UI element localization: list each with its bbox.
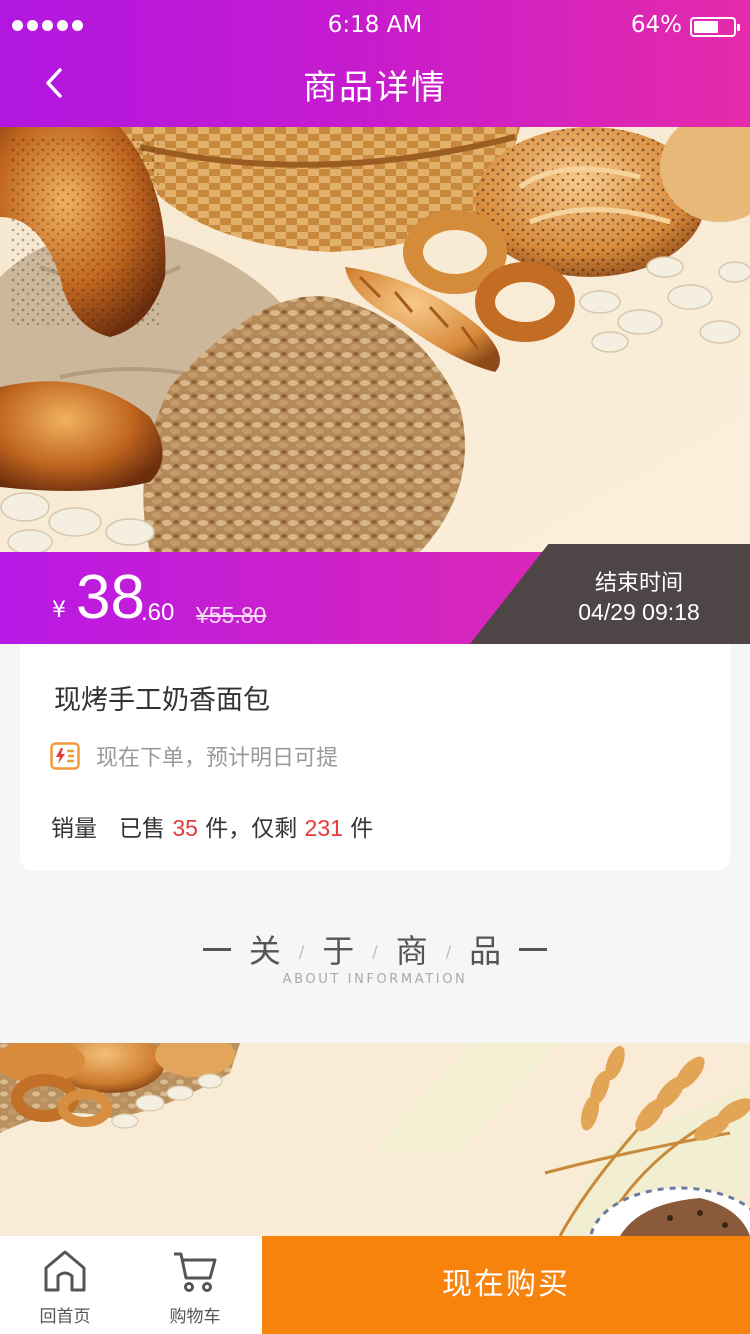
delivery-note: 现在下单，预计明日可提: [96, 746, 339, 771]
about-subtitle: ABOUT INFORMATION: [282, 972, 468, 987]
remaining-count: 231: [304, 815, 343, 841]
battery-icon: [690, 17, 740, 37]
battery-fill: [694, 21, 719, 33]
remaining-suffix: 件: [350, 816, 374, 842]
product-hero-image[interactable]: [0, 127, 750, 552]
about-char: 于: [322, 932, 355, 970]
flash-delivery-icon: [50, 742, 80, 770]
cart-icon: [174, 1252, 217, 1292]
countdown-label: 结束时间: [594, 571, 683, 596]
divider-dash: [202, 947, 231, 951]
battery-percent: 64%: [630, 12, 682, 38]
price-currency: ¥: [52, 598, 66, 623]
home-tab-button[interactable]: 回首页: [0, 1236, 130, 1334]
original-price: ¥55.80: [196, 602, 267, 628]
sold-suffix: 件，仅剩: [205, 816, 298, 842]
product-detail-page: 6:18 AM 64% 商品详情 ¥ 38 .60 ¥55.80 结束时间 04…: [0, 0, 750, 1334]
wheat-and-bread-illustration: [0, 1043, 750, 1236]
slash-divider: /: [298, 941, 305, 961]
home-icon: [44, 1250, 86, 1292]
cart-tab-button[interactable]: 购物车: [130, 1236, 260, 1334]
about-section-heading: 关 / 于 / 商 / 品 ABOUT INFORMATION: [0, 920, 750, 1000]
buy-now-button[interactable]: 现在购买: [262, 1236, 750, 1334]
sold-prefix: 已售: [119, 816, 165, 842]
sales-label: 销量: [51, 816, 97, 842]
about-char: 商: [395, 932, 428, 970]
slash-divider: /: [372, 941, 378, 961]
about-char: 品: [469, 932, 502, 970]
about-title: 关 / 于 / 商 / 品: [0, 926, 750, 972]
bottom-action-bar: 回首页 购物车 现在购买: [0, 1236, 750, 1334]
about-char: 关: [248, 932, 281, 970]
sold-count: 35: [172, 815, 198, 841]
divider-dash: [519, 947, 548, 951]
product-detail-banner: [0, 1043, 750, 1236]
price-decimal: .60: [141, 599, 175, 626]
product-name: 现烤手工奶香面包: [54, 685, 270, 716]
bread-and-oats-photo: [0, 127, 750, 552]
sales-row: 销量 已售 35 件，仅剩 231 件: [51, 809, 373, 843]
cart-tab-label: 购物车: [169, 1307, 221, 1327]
delivery-note-row: 现在下单，预计明日可提: [50, 740, 338, 772]
home-tab-label: 回首页: [39, 1307, 91, 1327]
header: 6:18 AM 64% 商品详情: [0, 0, 750, 127]
product-info-card: 现烤手工奶香面包 现在下单，预计明日可提 销量 已售 35 件，仅剩 231 件: [20, 644, 730, 871]
status-bar: 6:18 AM 64%: [0, 0, 750, 52]
slash-divider: /: [445, 941, 452, 961]
price-integer: 38: [76, 563, 145, 632]
countdown-time: 04/29 09:18: [578, 599, 700, 625]
page-title: 商品详情: [303, 68, 447, 108]
